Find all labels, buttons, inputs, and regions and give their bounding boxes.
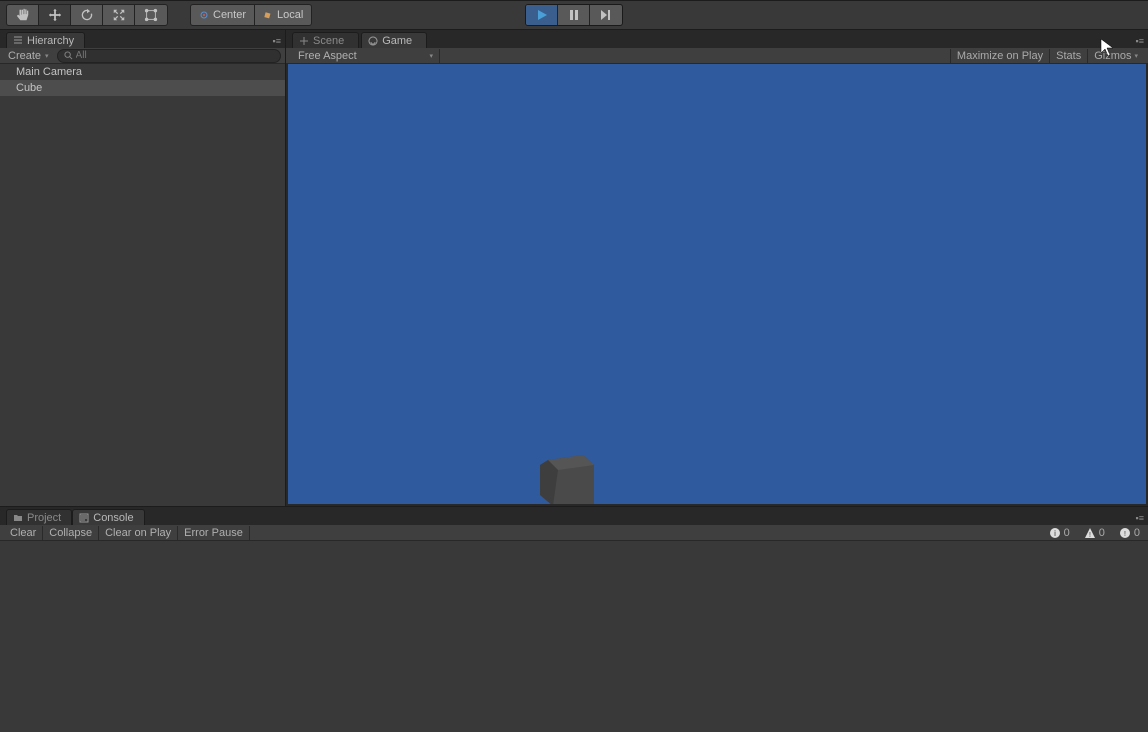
hierarchy-panel: Hierarchy ▪≡ Create Main Camera Cube — [0, 30, 286, 506]
console-toolbar: Clear Collapse Clear on Play Error Pause… — [0, 525, 1148, 541]
hierarchy-item[interactable]: Cube — [0, 80, 285, 96]
bottom-menu-icon[interactable]: ▪≡ — [1136, 513, 1144, 523]
pivot-local-button[interactable]: Local — [255, 5, 311, 25]
rect-tool-button[interactable] — [135, 5, 167, 25]
hierarchy-item[interactable]: Main Camera — [0, 64, 285, 80]
error-icon: ! — [1119, 527, 1131, 539]
rotate-tool-button[interactable] — [71, 5, 103, 25]
aspect-label: Free Aspect — [298, 50, 357, 62]
error-count: 0 — [1134, 527, 1140, 539]
hierarchy-list[interactable]: Main Camera Cube — [0, 64, 285, 506]
svg-text:i: i — [1054, 529, 1056, 538]
hierarchy-toolbar: Create — [0, 48, 285, 64]
move-tool-button[interactable] — [39, 5, 71, 25]
info-icon: i — [1049, 527, 1061, 539]
gizmos-dropdown[interactable]: Gizmos — [1087, 49, 1144, 63]
create-label: Create — [8, 50, 41, 62]
step-button[interactable] — [590, 5, 622, 25]
scene-icon — [299, 36, 309, 46]
pivot-center-button[interactable]: Center — [191, 5, 255, 25]
search-input[interactable] — [76, 50, 274, 61]
warning-icon: ! — [1084, 527, 1096, 539]
hand-tool-button[interactable] — [7, 5, 39, 25]
hierarchy-tab[interactable]: Hierarchy — [6, 32, 85, 48]
hierarchy-search[interactable] — [57, 49, 281, 63]
console-tab-label: Console — [93, 512, 133, 524]
aspect-dropdown[interactable]: Free Aspect — [290, 49, 440, 63]
error-count-toggle[interactable]: ! 0 — [1115, 527, 1144, 539]
game-tab-label: Game — [382, 35, 412, 47]
console-counts: i 0 ! 0 ! 0 — [1045, 527, 1144, 539]
pause-button[interactable] — [558, 5, 590, 25]
hierarchy-icon — [13, 36, 23, 46]
main-toolbar: Center Local — [0, 0, 1148, 30]
console-icon — [79, 513, 89, 523]
warn-count: 0 — [1099, 527, 1105, 539]
main-area: Hierarchy ▪≡ Create Main Camera Cube Sce… — [0, 30, 1148, 506]
collapse-toggle[interactable]: Collapse — [43, 526, 99, 540]
project-tab-label: Project — [27, 512, 61, 524]
search-icon — [64, 51, 73, 60]
center-panel: Scene Game ▪≡ Free Aspect Maximize on Pl… — [286, 30, 1148, 506]
game-tab[interactable]: Game — [361, 32, 427, 48]
play-controls — [525, 4, 623, 26]
console-tab[interactable]: Console — [72, 509, 144, 525]
cube-render — [538, 450, 594, 506]
project-tab[interactable]: Project — [6, 509, 72, 525]
game-viewport[interactable] — [286, 64, 1148, 506]
transform-tools — [6, 4, 168, 26]
bottom-panel: Project Console ▪≡ Clear Collapse Clear … — [0, 506, 1148, 732]
warn-count-toggle[interactable]: ! 0 — [1080, 527, 1109, 539]
play-button[interactable] — [526, 5, 558, 25]
pivot-controls: Center Local — [190, 4, 312, 26]
hierarchy-menu-icon[interactable]: ▪≡ — [273, 36, 281, 46]
svg-text:!: ! — [1089, 532, 1091, 539]
folder-icon — [13, 513, 23, 523]
bottom-tabs: Project Console ▪≡ — [0, 507, 1148, 525]
game-toolbar: Free Aspect Maximize on Play Stats Gizmo… — [286, 48, 1148, 64]
scale-tool-button[interactable] — [103, 5, 135, 25]
create-dropdown[interactable]: Create — [4, 49, 53, 63]
stats-toggle[interactable]: Stats — [1049, 49, 1087, 63]
console-body[interactable] — [0, 541, 1148, 732]
scene-tab[interactable]: Scene — [292, 32, 359, 48]
clear-button[interactable]: Clear — [4, 526, 43, 540]
center-menu-icon[interactable]: ▪≡ — [1136, 36, 1144, 46]
error-pause-toggle[interactable]: Error Pause — [178, 526, 250, 540]
hierarchy-tabs: Hierarchy ▪≡ — [0, 30, 285, 48]
game-icon — [368, 36, 378, 46]
pivot-center-label: Center — [213, 9, 246, 21]
svg-text:!: ! — [1124, 531, 1126, 538]
scene-tab-label: Scene — [313, 35, 344, 47]
clear-on-play-toggle[interactable]: Clear on Play — [99, 526, 178, 540]
info-count-toggle[interactable]: i 0 — [1045, 527, 1074, 539]
hierarchy-tab-label: Hierarchy — [27, 35, 74, 47]
maximize-on-play-toggle[interactable]: Maximize on Play — [950, 49, 1049, 63]
info-count: 0 — [1064, 527, 1070, 539]
pivot-local-label: Local — [277, 9, 303, 21]
center-tabs: Scene Game ▪≡ — [286, 30, 1148, 48]
